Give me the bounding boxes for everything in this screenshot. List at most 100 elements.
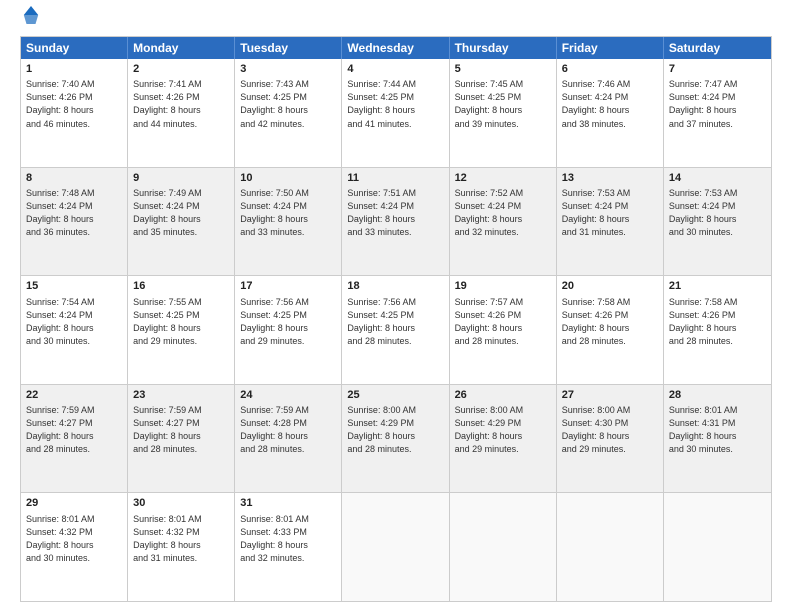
cell-info: Sunrise: 7:49 AMSunset: 4:24 PMDaylight:… xyxy=(133,187,229,239)
calendar-cell-16: 16Sunrise: 7:55 AMSunset: 4:25 PMDayligh… xyxy=(128,276,235,384)
cell-info: Sunrise: 7:59 AMSunset: 4:27 PMDaylight:… xyxy=(133,404,229,456)
cell-info: Sunrise: 8:00 AMSunset: 4:30 PMDaylight:… xyxy=(562,404,658,456)
calendar-cell-21: 21 Sunrise: 7:58 AMSunset: 4:26 PMDayligh… xyxy=(664,276,771,384)
day-number: 1 xyxy=(26,62,122,77)
cell-info: Sunrise: 7:53 AMSunset: 4:24 PMDaylight:… xyxy=(562,187,658,239)
day-number: 17 xyxy=(240,279,336,294)
calendar-cell-empty-5 xyxy=(557,493,664,601)
day-number: 6 xyxy=(562,62,658,77)
day-number: 5 xyxy=(455,62,551,77)
calendar-cell-empty-6 xyxy=(664,493,771,601)
cell-info: Sunrise: 7:53 AMSunset: 4:24 PMDaylight:… xyxy=(669,187,766,239)
day-number: 10 xyxy=(240,171,336,186)
calendar-cell-30: 30 Sunrise: 8:01 AMSunset: 4:32 PMDayligh… xyxy=(128,493,235,601)
header xyxy=(20,16,772,26)
cell-info: Sunrise: 7:58 AMSunset: 4:26 PMDaylight:… xyxy=(669,296,766,348)
day-number: 30 xyxy=(133,496,229,511)
cell-info: Sunrise: 7:58 AMSunset: 4:26 PMDaylight:… xyxy=(562,296,658,348)
cell-info: Sunrise: 7:57 AMSunset: 4:26 PMDaylight:… xyxy=(455,296,551,348)
calendar-cell-17: 17 Sunrise: 7:56 AMSunset: 4:25 PMDayligh… xyxy=(235,276,342,384)
cell-info: Sunrise: 7:51 AMSunset: 4:24 PMDaylight:… xyxy=(347,187,443,239)
day-number: 13 xyxy=(562,171,658,186)
calendar-cell-25: 25Sunrise: 8:00 AMSunset: 4:29 PMDayligh… xyxy=(342,385,449,493)
header-day-friday: Friday xyxy=(557,37,664,59)
day-number: 19 xyxy=(455,279,551,294)
cell-info: Sunrise: 7:50 AMSunset: 4:24 PMDaylight:… xyxy=(240,187,336,239)
calendar-row-4: 29 Sunrise: 8:01 AMSunset: 4:32 PMDayligh… xyxy=(21,493,771,601)
day-number: 7 xyxy=(669,62,766,77)
cell-info: Sunrise: 8:01 AMSunset: 4:32 PMDaylight:… xyxy=(133,513,229,565)
header-day-sunday: Sunday xyxy=(21,37,128,59)
calendar-cell-14: 14Sunrise: 7:53 AMSunset: 4:24 PMDayligh… xyxy=(664,168,771,276)
cell-info: Sunrise: 7:54 AMSunset: 4:24 PMDaylight:… xyxy=(26,296,122,348)
day-number: 26 xyxy=(455,388,551,403)
day-number: 25 xyxy=(347,388,443,403)
cell-info: Sunrise: 7:47 AMSunset: 4:24 PMDaylight:… xyxy=(669,78,766,130)
cell-info: Sunrise: 8:00 AMSunset: 4:29 PMDaylight:… xyxy=(455,404,551,456)
calendar-cell-1: 1Sunrise: 7:40 AMSunset: 4:26 PMDaylight… xyxy=(21,59,128,167)
calendar-cell-20: 20Sunrise: 7:58 AMSunset: 4:26 PMDayligh… xyxy=(557,276,664,384)
day-number: 18 xyxy=(347,279,443,294)
cell-info: Sunrise: 7:40 AMSunset: 4:26 PMDaylight:… xyxy=(26,78,122,130)
logo-icon xyxy=(22,4,40,26)
calendar-cell-29: 29 Sunrise: 8:01 AMSunset: 4:32 PMDayligh… xyxy=(21,493,128,601)
day-number: 21 xyxy=(669,279,766,294)
cell-info: Sunrise: 8:00 AMSunset: 4:29 PMDaylight:… xyxy=(347,404,443,456)
day-number: 3 xyxy=(240,62,336,77)
cell-info: Sunrise: 7:56 AMSunset: 4:25 PMDaylight:… xyxy=(240,296,336,348)
cell-info: Sunrise: 7:56 AMSunset: 4:25 PMDaylight:… xyxy=(347,296,443,348)
day-number: 23 xyxy=(133,388,229,403)
calendar-cell-5: 5Sunrise: 7:45 AMSunset: 4:25 PMDaylight… xyxy=(450,59,557,167)
day-number: 27 xyxy=(562,388,658,403)
cell-info: Sunrise: 7:55 AMSunset: 4:25 PMDaylight:… xyxy=(133,296,229,348)
day-number: 22 xyxy=(26,388,122,403)
cell-info: Sunrise: 7:48 AMSunset: 4:24 PMDaylight:… xyxy=(26,187,122,239)
cell-info: Sunrise: 8:01 AMSunset: 4:31 PMDaylight:… xyxy=(669,404,766,456)
day-number: 28 xyxy=(669,388,766,403)
calendar-cell-28: 28Sunrise: 8:01 AMSunset: 4:31 PMDayligh… xyxy=(664,385,771,493)
cell-info: Sunrise: 7:59 AMSunset: 4:28 PMDaylight:… xyxy=(240,404,336,456)
cell-info: Sunrise: 7:45 AMSunset: 4:25 PMDaylight:… xyxy=(455,78,551,130)
cell-info: Sunrise: 7:41 AMSunset: 4:26 PMDaylight:… xyxy=(133,78,229,130)
cell-info: Sunrise: 7:46 AMSunset: 4:24 PMDaylight:… xyxy=(562,78,658,130)
calendar-cell-31: 31Sunrise: 8:01 AMSunset: 4:33 PMDayligh… xyxy=(235,493,342,601)
day-number: 8 xyxy=(26,171,122,186)
calendar-cell-13: 13Sunrise: 7:53 AMSunset: 4:24 PMDayligh… xyxy=(557,168,664,276)
calendar-cell-18: 18 Sunrise: 7:56 AMSunset: 4:25 PMDayligh… xyxy=(342,276,449,384)
calendar-cell-26: 26Sunrise: 8:00 AMSunset: 4:29 PMDayligh… xyxy=(450,385,557,493)
day-number: 11 xyxy=(347,171,443,186)
day-number: 24 xyxy=(240,388,336,403)
header-day-tuesday: Tuesday xyxy=(235,37,342,59)
calendar-cell-2: 2Sunrise: 7:41 AMSunset: 4:26 PMDaylight… xyxy=(128,59,235,167)
day-number: 4 xyxy=(347,62,443,77)
calendar-body: 1Sunrise: 7:40 AMSunset: 4:26 PMDaylight… xyxy=(21,59,771,601)
calendar-row-1: 8Sunrise: 7:48 AMSunset: 4:24 PMDaylight… xyxy=(21,168,771,277)
calendar-cell-3: 3Sunrise: 7:43 AMSunset: 4:25 PMDaylight… xyxy=(235,59,342,167)
cell-info: Sunrise: 7:59 AMSunset: 4:27 PMDaylight:… xyxy=(26,404,122,456)
calendar-cell-6: 6Sunrise: 7:46 AMSunset: 4:24 PMDaylight… xyxy=(557,59,664,167)
calendar-cell-9: 9Sunrise: 7:49 AMSunset: 4:24 PMDaylight… xyxy=(128,168,235,276)
calendar-cell-empty-3 xyxy=(342,493,449,601)
header-day-saturday: Saturday xyxy=(664,37,771,59)
cell-info: Sunrise: 7:52 AMSunset: 4:24 PMDaylight:… xyxy=(455,187,551,239)
calendar-cell-23: 23Sunrise: 7:59 AMSunset: 4:27 PMDayligh… xyxy=(128,385,235,493)
calendar-cell-15: 15 Sunrise: 7:54 AMSunset: 4:24 PMDayligh… xyxy=(21,276,128,384)
calendar-cell-10: 10Sunrise: 7:50 AMSunset: 4:24 PMDayligh… xyxy=(235,168,342,276)
calendar-row-2: 15 Sunrise: 7:54 AMSunset: 4:24 PMDayligh… xyxy=(21,276,771,385)
cell-info: Sunrise: 7:43 AMSunset: 4:25 PMDaylight:… xyxy=(240,78,336,130)
day-number: 15 xyxy=(26,279,122,294)
calendar-cell-4: 4Sunrise: 7:44 AMSunset: 4:25 PMDaylight… xyxy=(342,59,449,167)
day-number: 2 xyxy=(133,62,229,77)
header-day-wednesday: Wednesday xyxy=(342,37,449,59)
cell-info: Sunrise: 8:01 AMSunset: 4:32 PMDaylight:… xyxy=(26,513,122,565)
day-number: 29 xyxy=(26,496,122,511)
calendar-cell-27: 27Sunrise: 8:00 AMSunset: 4:30 PMDayligh… xyxy=(557,385,664,493)
day-number: 9 xyxy=(133,171,229,186)
calendar-header: SundayMondayTuesdayWednesdayThursdayFrid… xyxy=(21,37,771,59)
calendar-cell-24: 24Sunrise: 7:59 AMSunset: 4:28 PMDayligh… xyxy=(235,385,342,493)
header-day-monday: Monday xyxy=(128,37,235,59)
calendar-cell-22: 22Sunrise: 7:59 AMSunset: 4:27 PMDayligh… xyxy=(21,385,128,493)
cell-info: Sunrise: 7:44 AMSunset: 4:25 PMDaylight:… xyxy=(347,78,443,130)
day-number: 12 xyxy=(455,171,551,186)
calendar: SundayMondayTuesdayWednesdayThursdayFrid… xyxy=(20,36,772,602)
